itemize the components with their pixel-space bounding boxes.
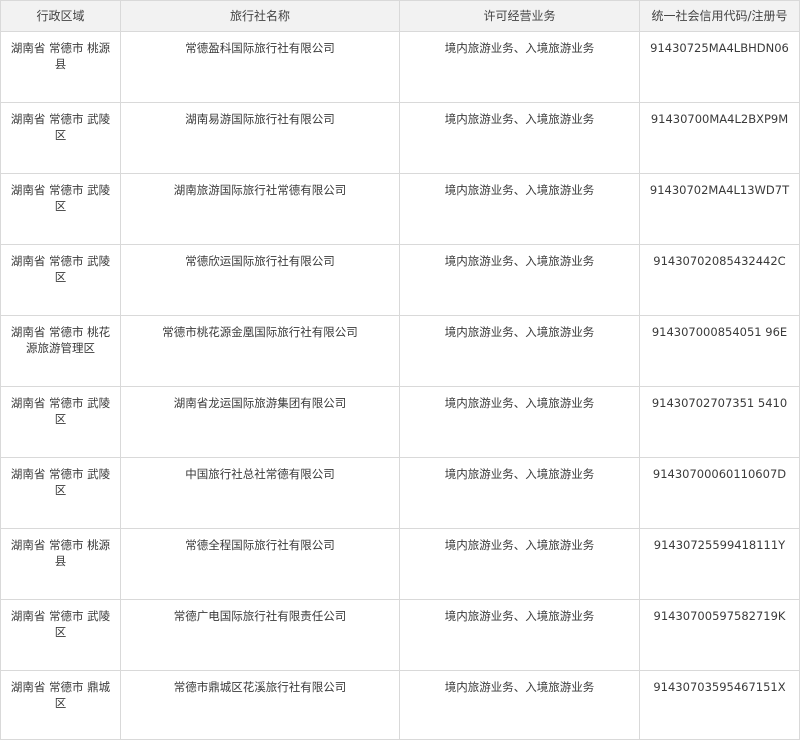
cell-credit-code: 914307000854051 96E bbox=[639, 315, 800, 387]
header-row: 行政区域 旅行社名称 许可经营业务 统一社会信用代码/注册号 bbox=[0, 0, 800, 32]
table-row: 湖南省 常德市 武陵区 常德广电国际旅行社有限责任公司 境内旅游业务、入境旅游业… bbox=[0, 599, 800, 671]
cell-region: 湖南省 常德市 桃源县 bbox=[0, 528, 121, 600]
cell-region: 湖南省 常德市 武陵区 bbox=[0, 386, 121, 458]
header-region: 行政区域 bbox=[0, 0, 121, 32]
cell-region: 湖南省 常德市 鼎城区 bbox=[0, 670, 121, 740]
table-header: 行政区域 旅行社名称 许可经营业务 统一社会信用代码/注册号 bbox=[0, 0, 800, 32]
cell-agency-name: 常德欣运国际旅行社有限公司 bbox=[120, 244, 400, 316]
header-credit-code: 统一社会信用代码/注册号 bbox=[639, 0, 800, 32]
cell-region: 湖南省 常德市 桃花源旅游管理区 bbox=[0, 315, 121, 387]
cell-agency-name: 常德全程国际旅行社有限公司 bbox=[120, 528, 400, 600]
cell-business-scope: 境内旅游业务、入境旅游业务 bbox=[399, 315, 640, 387]
travel-agency-table: 行政区域 旅行社名称 许可经营业务 统一社会信用代码/注册号 湖南省 常德市 桃… bbox=[0, 0, 800, 740]
header-agency-name: 旅行社名称 bbox=[120, 0, 400, 32]
cell-region: 湖南省 常德市 武陵区 bbox=[0, 599, 121, 671]
cell-agency-name: 中国旅行社总社常德有限公司 bbox=[120, 457, 400, 529]
cell-region: 湖南省 常德市 武陵区 bbox=[0, 102, 121, 174]
cell-agency-name: 常德盈科国际旅行社有限公司 bbox=[120, 31, 400, 103]
header-business-scope: 许可经营业务 bbox=[399, 0, 640, 32]
cell-business-scope: 境内旅游业务、入境旅游业务 bbox=[399, 244, 640, 316]
cell-business-scope: 境内旅游业务、入境旅游业务 bbox=[399, 31, 640, 103]
cell-agency-name: 湖南省龙运国际旅游集团有限公司 bbox=[120, 386, 400, 458]
cell-agency-name: 常德市桃花源金凰国际旅行社有限公司 bbox=[120, 315, 400, 387]
table-body: 湖南省 常德市 桃源县 常德盈科国际旅行社有限公司 境内旅游业务、入境旅游业务 … bbox=[0, 31, 800, 740]
cell-business-scope: 境内旅游业务、入境旅游业务 bbox=[399, 173, 640, 245]
cell-region: 湖南省 常德市 武陵区 bbox=[0, 244, 121, 316]
cell-credit-code: 91430700MA4L2BXP9M bbox=[639, 102, 800, 174]
cell-region: 湖南省 常德市 桃源县 bbox=[0, 31, 121, 103]
cell-agency-name: 常德市鼎城区花溪旅行社有限公司 bbox=[120, 670, 400, 740]
cell-business-scope: 境内旅游业务、入境旅游业务 bbox=[399, 599, 640, 671]
cell-business-scope: 境内旅游业务、入境旅游业务 bbox=[399, 670, 640, 740]
table-row: 湖南省 常德市 鼎城区 常德市鼎城区花溪旅行社有限公司 境内旅游业务、入境旅游业… bbox=[0, 670, 800, 740]
cell-credit-code: 91430725MA4LBHDN06 bbox=[639, 31, 800, 103]
cell-region: 湖南省 常德市 武陵区 bbox=[0, 173, 121, 245]
cell-agency-name: 湖南旅游国际旅行社常德有限公司 bbox=[120, 173, 400, 245]
cell-credit-code: 91430725599418111Y bbox=[639, 528, 800, 600]
cell-agency-name: 湖南易游国际旅行社有限公司 bbox=[120, 102, 400, 174]
cell-business-scope: 境内旅游业务、入境旅游业务 bbox=[399, 457, 640, 529]
table-row: 湖南省 常德市 武陵区 常德欣运国际旅行社有限公司 境内旅游业务、入境旅游业务 … bbox=[0, 244, 800, 316]
table-row: 湖南省 常德市 武陵区 湖南省龙运国际旅游集团有限公司 境内旅游业务、入境旅游业… bbox=[0, 386, 800, 458]
table-row: 湖南省 常德市 桃源县 常德盈科国际旅行社有限公司 境内旅游业务、入境旅游业务 … bbox=[0, 31, 800, 103]
table-row: 湖南省 常德市 武陵区 中国旅行社总社常德有限公司 境内旅游业务、入境旅游业务 … bbox=[0, 457, 800, 529]
cell-credit-code: 91430703595467151X bbox=[639, 670, 800, 740]
table-row: 湖南省 常德市 桃花源旅游管理区 常德市桃花源金凰国际旅行社有限公司 境内旅游业… bbox=[0, 315, 800, 387]
cell-business-scope: 境内旅游业务、入境旅游业务 bbox=[399, 386, 640, 458]
cell-credit-code: 91430702MA4L13WD7T bbox=[639, 173, 800, 245]
cell-credit-code: 91430700060110607D bbox=[639, 457, 800, 529]
cell-credit-code: 91430702085432442C bbox=[639, 244, 800, 316]
cell-agency-name: 常德广电国际旅行社有限责任公司 bbox=[120, 599, 400, 671]
cell-business-scope: 境内旅游业务、入境旅游业务 bbox=[399, 528, 640, 600]
table-row: 湖南省 常德市 武陵区 湖南易游国际旅行社有限公司 境内旅游业务、入境旅游业务 … bbox=[0, 102, 800, 174]
cell-credit-code: 91430702707351 5410 bbox=[639, 386, 800, 458]
cell-region: 湖南省 常德市 武陵区 bbox=[0, 457, 121, 529]
cell-business-scope: 境内旅游业务、入境旅游业务 bbox=[399, 102, 640, 174]
cell-credit-code: 91430700597582719K bbox=[639, 599, 800, 671]
table-row: 湖南省 常德市 武陵区 湖南旅游国际旅行社常德有限公司 境内旅游业务、入境旅游业… bbox=[0, 173, 800, 245]
table-row: 湖南省 常德市 桃源县 常德全程国际旅行社有限公司 境内旅游业务、入境旅游业务 … bbox=[0, 528, 800, 600]
